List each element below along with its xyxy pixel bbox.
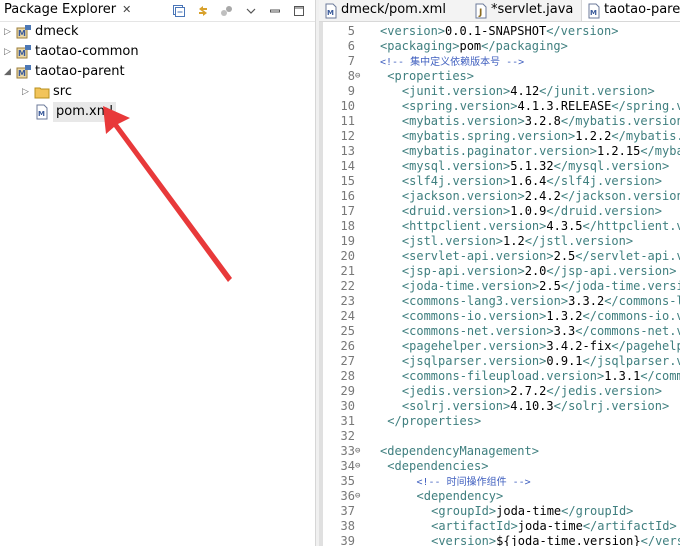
- annotation-arrow: [103, 106, 232, 282]
